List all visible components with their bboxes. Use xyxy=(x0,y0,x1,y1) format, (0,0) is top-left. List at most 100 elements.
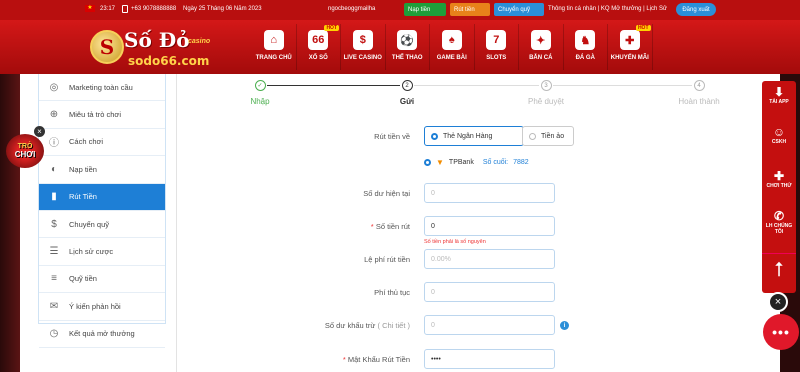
game-promo-badge[interactable]: TRÒ CHƠI × xyxy=(4,126,45,170)
scroll-to-top-button[interactable]: ⭡ xyxy=(762,253,796,287)
sidebar-item-globe[interactable]: ◎ Marketing toàn cầu xyxy=(39,74,165,102)
play-demo-button[interactable]: ✚ CHƠI THỬ xyxy=(762,169,796,189)
deduct-label: Số dư khấu trừ xyxy=(324,321,376,330)
sidebar-item-withdraw[interactable]: ▮ Rút Tiền xyxy=(39,183,165,211)
password-label-row: * Mật Khẩu Rút Tiền xyxy=(342,355,410,364)
option-bank-card[interactable]: Thẻ Ngân Hàng xyxy=(424,126,524,146)
current-date: Ngày 25 Tháng 06 Năm 2023 xyxy=(183,6,262,12)
nav-item-sports-ball[interactable]: ⚽ THỂ THAO xyxy=(386,24,430,70)
nav-item-slots[interactable]: 7 SLOTS xyxy=(475,24,519,70)
amount-label-row: * Số tiền rút xyxy=(370,222,410,231)
chat-dots-icon: ••• xyxy=(772,324,790,340)
sidebar-item-transfer[interactable]: $ Chuyển quỹ xyxy=(39,211,165,239)
play-demo-label: CHƠI THỬ xyxy=(766,183,792,189)
deduct-label-row: Số dư khấu trừ ( Chi tiết ) xyxy=(250,321,410,330)
step-2: 2 Gửi xyxy=(377,80,437,106)
piggy-bank-icon: ◐ xyxy=(50,163,58,175)
sidebar-item-piggy-bank[interactable]: ◐ Nạp tiền xyxy=(39,156,165,184)
transfer-button[interactable]: Chuyển quỹ xyxy=(494,3,544,16)
close-panel-button[interactable]: × xyxy=(768,292,788,312)
nav-item-casino-chip[interactable]: $ LIVE CASINO xyxy=(341,24,386,70)
withdraw-to-label: Rút tiền về xyxy=(374,132,410,141)
bank-radio-icon xyxy=(424,159,431,166)
download-app-button[interactable]: ⬇ TẢI APP xyxy=(762,85,796,105)
step-label: Gửi xyxy=(399,97,415,106)
logo-casino: casino xyxy=(188,38,211,45)
withdraw-button-label: Rút tiền xyxy=(454,6,475,13)
contact-us-button[interactable]: ✆ LH CHÚNG TÔI xyxy=(762,209,796,235)
nav-item-cards[interactable]: ♠ GAME BÀI xyxy=(430,24,475,70)
left-background xyxy=(0,74,20,372)
gift-icon: ✚ xyxy=(619,30,640,50)
deposit-button[interactable]: Nạp tiền xyxy=(404,3,446,16)
fee-field[interactable]: 0 xyxy=(424,282,555,302)
amount-input[interactable]: 0 xyxy=(424,216,555,236)
sidebar-item-clock[interactable]: ◷ Kết quả mở thưởng xyxy=(39,321,165,348)
casino-chip-icon: $ xyxy=(352,30,373,50)
contact-us-label: LH CHÚNG TÔI xyxy=(765,223,793,235)
coins-icon: ≡ xyxy=(51,273,57,285)
sidebar-item-label: Cách chơi xyxy=(69,137,104,147)
arrow-up-icon: ⭡ xyxy=(774,259,784,281)
account-links[interactable]: Thông tin cá nhân | KQ Mở thưởng | Lịch … xyxy=(548,6,667,12)
sidebar-item-coins[interactable]: ≡ Quỹ tiền xyxy=(39,266,165,294)
game-badge-line2: CHƠI xyxy=(14,150,36,159)
withdraw-password-input[interactable]: •••• xyxy=(424,349,555,369)
option-bank-card-label: Thẻ Ngân Hàng xyxy=(443,132,493,140)
withdraw-button[interactable]: Rút tiền xyxy=(450,3,490,16)
nav-item-lottery[interactable]: 66 XỔ SỐ HOT xyxy=(297,24,341,70)
step-number: 4 xyxy=(693,80,705,91)
logo-name: Số Đỏ xyxy=(124,28,190,52)
option-crypto[interactable]: Tiền ảo xyxy=(522,126,574,146)
sports-ball-icon: ⚽ xyxy=(397,30,418,50)
bank-name: TPBank xyxy=(448,159,474,166)
nav-item-fish[interactable]: ✦ BẮN CÁ xyxy=(519,24,564,70)
deduct-detail-link[interactable]: ( Chi tiết ) xyxy=(377,321,410,330)
fee-rate-field[interactable]: 0.00% xyxy=(424,249,555,269)
balance-field[interactable]: 0 xyxy=(424,183,555,203)
logout-button-label: Đăng xuất xyxy=(682,6,710,13)
sidebar-item-info[interactable]: ⓘ Cách chơi xyxy=(39,129,165,157)
option-crypto-label: Tiền ảo xyxy=(541,132,565,140)
close-icon: × xyxy=(774,296,782,308)
transfer-icon: $ xyxy=(51,218,57,230)
info-icon: ⓘ xyxy=(49,138,59,150)
nav-label: LIVE CASINO xyxy=(343,55,382,61)
amount-label: Số tiền rút xyxy=(375,222,410,231)
hot-badge: HOT xyxy=(635,25,651,31)
sidebar-item-history-list[interactable]: ☰ Lịch sử cược xyxy=(39,238,165,266)
nav-item-rooster[interactable]: ♞ ĐÁ GÀ xyxy=(564,24,608,70)
vietnam-flag-icon: ★ xyxy=(85,5,95,12)
logo-coin-icon: S xyxy=(90,30,124,64)
sidebar-item-label: Miêu tả trò chơi xyxy=(69,110,122,120)
close-icon[interactable]: × xyxy=(34,126,45,137)
step-label: Phê duyệt xyxy=(527,97,565,106)
sidebar-item-label: Marketing toàn cầu xyxy=(69,82,133,92)
history-list-icon: ☰ xyxy=(49,246,59,258)
site-logo[interactable]: S Số Đỏ casino sodo66.com xyxy=(88,24,234,70)
info-icon[interactable]: i xyxy=(560,321,569,330)
gamepad-icon: ⊕ xyxy=(49,109,59,121)
cards-icon: ♠ xyxy=(441,30,462,50)
nav-item-gift[interactable]: ✚ KHUYẾN MÃI HOT xyxy=(608,24,653,70)
logout-button[interactable]: Đăng xuất xyxy=(676,3,716,16)
globe-icon: ◎ xyxy=(49,81,59,93)
account-sidebar: ◎ Marketing toàn cầu ⊕ Miêu tả trò chơi ⓘ Các… xyxy=(38,74,166,348)
nav-label: KHUYẾN MÃI xyxy=(610,55,649,61)
chat-button[interactable]: ••• xyxy=(763,314,799,350)
sidebar-item-feedback[interactable]: ✉ Ý kiến phản hồi xyxy=(39,293,165,321)
step-3: 3 Phê duyệt xyxy=(516,80,576,106)
support-agent-icon: ☺ xyxy=(772,125,786,139)
nav-item-home[interactable]: ⌂ TRANG CHỦ xyxy=(252,24,297,70)
sidebar-item-gamepad[interactable]: ⊕ Miêu tả trò chơi xyxy=(39,101,165,129)
sidebar-item-label: Nạp tiền xyxy=(69,164,97,174)
customer-support-button[interactable]: ☺ CSKH xyxy=(762,125,796,145)
game-badge-circle: TRÒ CHƠI xyxy=(6,134,44,168)
rooster-icon: ♞ xyxy=(575,30,596,50)
deduct-field[interactable]: 0 xyxy=(424,315,555,335)
sidebar-item-label: Lịch sử cược xyxy=(69,247,114,257)
sidebar-item-label: Quỹ tiền xyxy=(69,274,97,284)
nav-label: BẮN CÁ xyxy=(529,55,553,61)
deposit-button-label: Nạp tiền xyxy=(408,6,431,13)
bank-account-line[interactable]: ▼ TPBank Số cuối: 7882 xyxy=(424,158,529,167)
